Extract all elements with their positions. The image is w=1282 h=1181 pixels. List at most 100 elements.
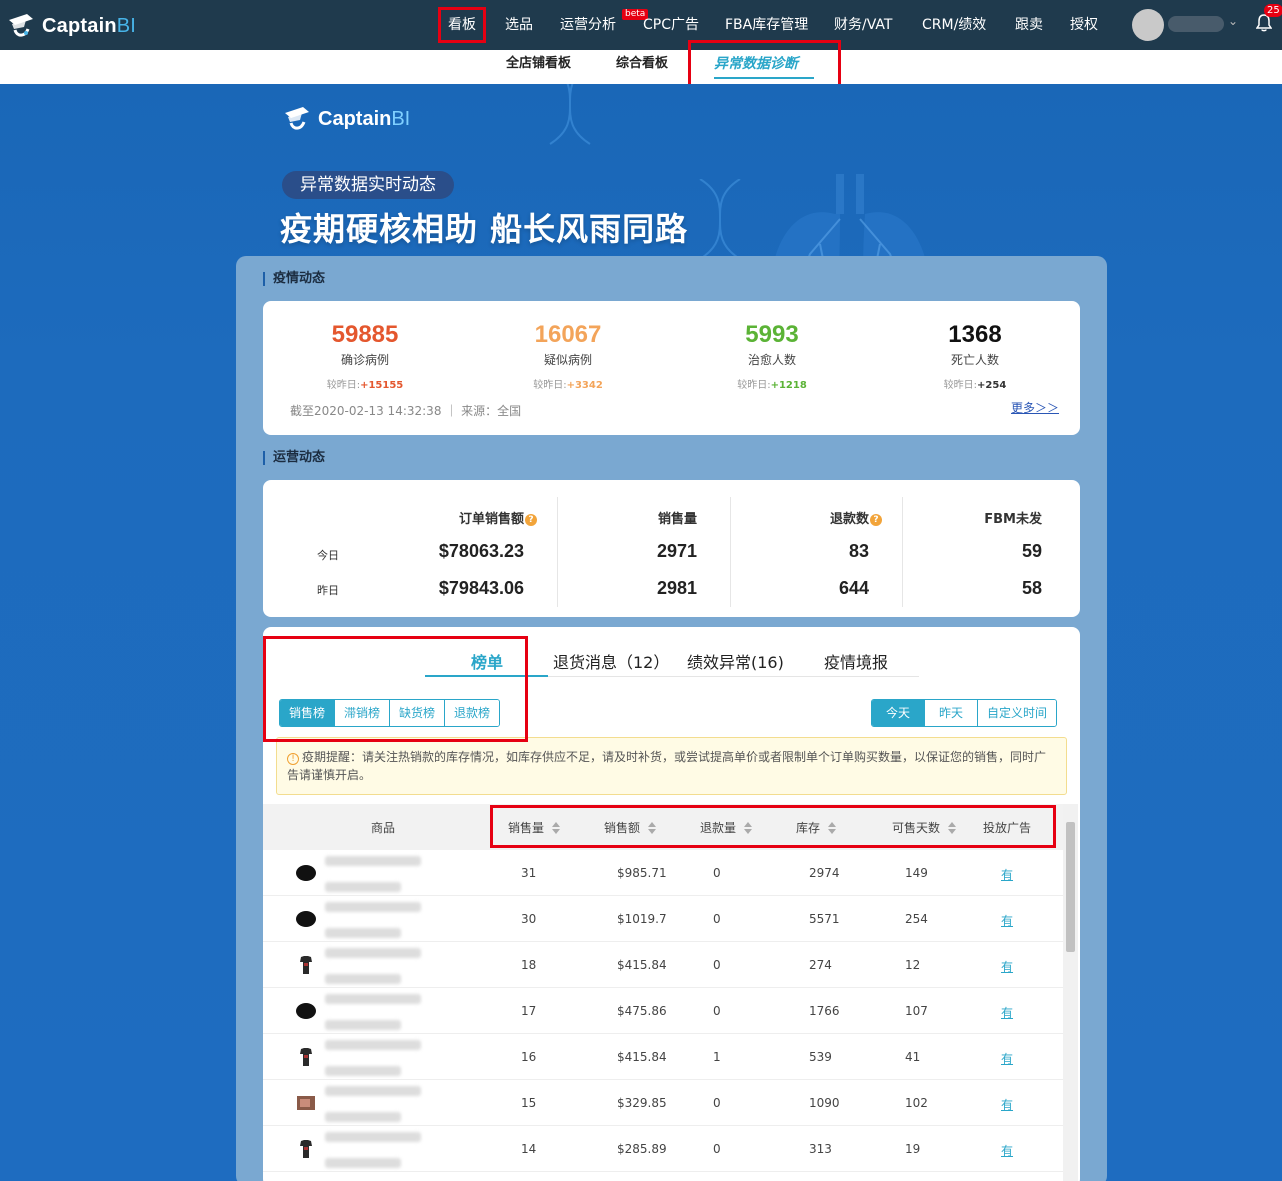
nav-product-selection[interactable]: 选品 (505, 0, 533, 50)
epidemic-card: 59885 确诊病例 较昨日:+15155 16067 疑似病例 较昨日:+33… (263, 301, 1080, 435)
cell-days: 254 (905, 912, 928, 926)
cell-amount: $475.86 (617, 1004, 667, 1018)
stat-recovered: 5993 治愈人数 较昨日:+1218 (737, 321, 807, 391)
cell-sales: 18 (521, 958, 537, 972)
more-link[interactable]: 更多＞＞ (1011, 399, 1059, 416)
notification-count: 25 (1264, 4, 1282, 17)
product-sku-blurred (325, 1040, 421, 1050)
cell-ad[interactable]: 有 (1001, 866, 1013, 883)
yesterday-fbm-unshipped: 58 (1021, 578, 1042, 598)
tab-epidemic-report[interactable]: 疫情境报 (824, 649, 888, 673)
bell-icon[interactable] (1255, 14, 1273, 36)
product-image[interactable] (295, 1046, 317, 1068)
header-fbm-unshipped: FBM未发 (984, 512, 1042, 527)
product-asin-blurred (325, 1158, 401, 1168)
cell-ad[interactable]: 有 (1001, 1004, 1013, 1021)
epidemic-notice: ! 疫期提醒：请关注热销款的库存情况，如库存供应不足，请及时补货，或尝试提高单价或… (276, 737, 1067, 795)
cell-ad[interactable]: 有 (1001, 912, 1013, 929)
cell-refund: 0 (713, 912, 721, 926)
product-image[interactable] (295, 1000, 317, 1022)
help-icon[interactable]: ? (870, 514, 882, 526)
product-image[interactable] (295, 1138, 317, 1160)
filter-yesterday[interactable]: 昨天 (925, 700, 979, 726)
cell-days: 102 (905, 1096, 928, 1110)
table-row[interactable]: 31 $985.71 0 2974 149 有 (263, 850, 1063, 896)
header-refunds: 退款数? (830, 508, 882, 527)
nav-operations-analysis[interactable]: 运营分析 (560, 0, 616, 50)
cell-ad[interactable]: 有 (1001, 958, 1013, 975)
nav-follow-sell[interactable]: 跟卖 (1015, 0, 1043, 50)
subnav-all-stores[interactable]: 全店铺看板 (506, 50, 571, 84)
cell-sales: 15 (521, 1096, 537, 1110)
cell-sales: 30 (521, 912, 537, 926)
cell-days: 12 (905, 958, 921, 972)
today-fbm-unshipped: 59 (1021, 541, 1042, 561)
top-nav: CaptainBI 看板 选品 运营分析 beta CPC广告 FBA库存管理 … (0, 0, 1282, 50)
banner-brand-name: CaptainBI (318, 107, 411, 130)
table-row[interactable]: 14 $285.89 0 313 19 有 (263, 1126, 1063, 1172)
cell-amount: $985.71 (617, 866, 667, 880)
product-image[interactable] (295, 1092, 317, 1114)
product-sku-blurred (325, 902, 421, 912)
avatar[interactable] (1132, 9, 1164, 41)
table-row[interactable]: 17 $475.86 0 1766 107 有 (263, 988, 1063, 1034)
col-product: 商品 (371, 821, 396, 835)
banner-logo: CaptainBI (282, 104, 410, 134)
header-order-sales: 订单销售额? (459, 508, 537, 527)
cell-refund: 0 (713, 1004, 721, 1018)
table-row[interactable]: 16 $415.84 1 539 41 有 (263, 1034, 1063, 1080)
help-icon[interactable]: ? (525, 514, 537, 526)
cell-stock: 2974 (809, 866, 840, 880)
divider (902, 497, 903, 607)
subnav-overview[interactable]: 综合看板 (616, 50, 668, 84)
cell-sales: 17 (521, 1004, 537, 1018)
banner-headline: 疫期硬核相助 船长风雨同路 (280, 210, 689, 248)
table-row[interactable]: 30 $1019.7 0 5571 254 有 (263, 896, 1063, 942)
cell-amount: $285.89 (617, 1142, 667, 1156)
divider (557, 497, 558, 607)
yesterday-refunds: 644 (838, 578, 869, 598)
stat-suspected: 16067 疑似病例 较昨日:+3342 (533, 321, 603, 391)
tab-performance-anomaly[interactable]: 绩效异常(16) (687, 649, 784, 673)
cell-amount: $1019.7 (617, 912, 667, 926)
cell-days: 149 (905, 866, 928, 880)
banner-pill: 异常数据实时动态 (282, 171, 454, 199)
product-image[interactable] (295, 954, 317, 976)
nav-dashboard[interactable]: 看板 (438, 7, 486, 43)
product-sku-blurred (325, 1086, 421, 1096)
cell-amount: $415.84 (617, 1050, 667, 1064)
cell-ad[interactable]: 有 (1001, 1096, 1013, 1113)
nav-finance-vat[interactable]: 财务/VAT (834, 0, 892, 50)
scrollbar[interactable] (1063, 804, 1078, 1181)
section-title-epidemic: 疫情动态 (263, 272, 325, 286)
user-name-blurred[interactable] (1168, 16, 1224, 32)
row-label-today: 今日 (317, 549, 339, 562)
product-asin-blurred (325, 974, 401, 984)
product-asin-blurred (325, 1020, 401, 1030)
nav-crm[interactable]: CRM/绩效 (922, 0, 986, 50)
scrollbar-thumb[interactable] (1066, 822, 1075, 952)
product-image[interactable] (295, 862, 317, 884)
table-row[interactable]: 18 $415.84 0 274 12 有 (263, 942, 1063, 988)
cell-amount: $329.85 (617, 1096, 667, 1110)
chevron-down-icon[interactable]: ⌄ (1228, 14, 1238, 28)
cell-sales: 16 (521, 1050, 537, 1064)
nav-authorization[interactable]: 授权 (1070, 0, 1098, 50)
cell-days: 41 (905, 1050, 921, 1064)
cell-ad[interactable]: 有 (1001, 1050, 1013, 1067)
cell-stock: 274 (809, 958, 832, 972)
table-row[interactable]: 15 $329.85 0 1090 102 有 (263, 1080, 1063, 1126)
filter-custom-time[interactable]: 自定义时间 (978, 700, 1057, 726)
brand-logo[interactable]: CaptainBI (6, 10, 136, 42)
yesterday-order-sales: $79843.06 (438, 578, 524, 598)
tab-return-messages[interactable]: 退货消息（12） (553, 649, 669, 673)
section-title-operations: 运营动态 (263, 451, 325, 465)
product-image[interactable] (295, 908, 317, 930)
product-asin-blurred (325, 928, 401, 938)
filter-today[interactable]: 今天 (872, 700, 926, 726)
product-sku-blurred (325, 948, 421, 958)
cell-ad[interactable]: 有 (1001, 1142, 1013, 1159)
header-units-sold: 销售量 (657, 512, 697, 527)
cell-amount: $415.84 (617, 958, 667, 972)
cell-stock: 1090 (809, 1096, 840, 1110)
